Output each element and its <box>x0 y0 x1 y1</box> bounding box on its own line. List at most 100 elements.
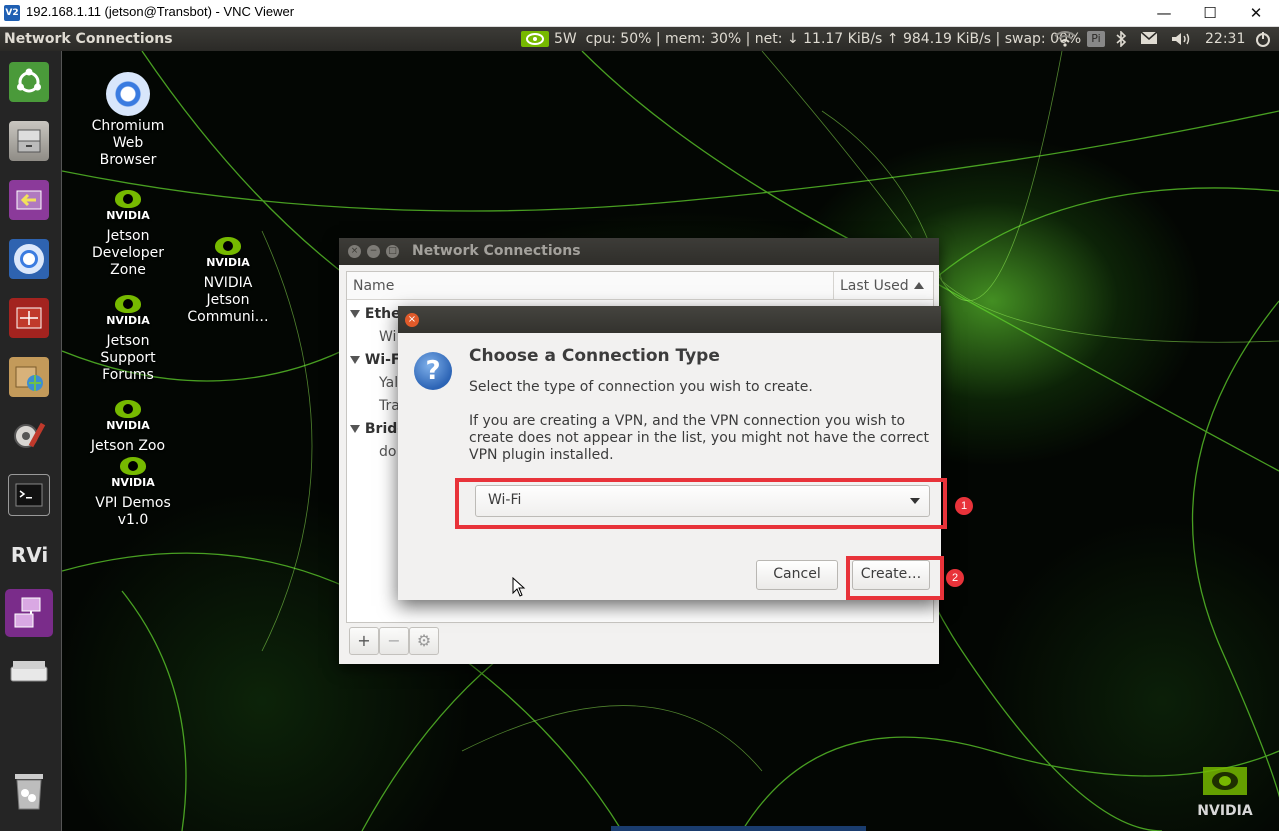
add-connection-button[interactable]: + <box>349 627 379 655</box>
cancel-button[interactable]: Cancel <box>756 560 838 590</box>
vnc-logo-icon: V2 <box>4 5 20 21</box>
row-label: Wi <box>379 329 397 345</box>
network-connections-icon <box>9 593 49 633</box>
column-header-name[interactable]: Name <box>353 278 394 294</box>
desktop-icon-label: Chromium Web Browser <box>91 118 165 168</box>
nvidia-watermark-logo: NVIDIA <box>1195 765 1255 820</box>
rviz-icon: RViz <box>9 534 49 574</box>
window-minimize-icon[interactable]: − <box>367 245 380 258</box>
wifi-icon[interactable] <box>1054 31 1076 51</box>
launcher-network-connections[interactable] <box>5 589 53 637</box>
desktop-icon-label: Jetson Zoo <box>90 438 166 454</box>
window-close-icon[interactable]: × <box>348 245 361 258</box>
launcher-rviz[interactable]: RViz <box>5 530 53 578</box>
nvidia-logo-icon: NVIDIA <box>111 457 155 493</box>
edit-connection-button[interactable]: ⚙ <box>409 627 439 655</box>
dialog-titlebar[interactable]: × <box>398 306 941 333</box>
question-icon: ? <box>414 352 452 390</box>
dialog-subtitle: Select the type of connection you wish t… <box>469 379 813 395</box>
host-taskbar-strip <box>611 826 866 831</box>
desktop-icon-label: Jetson Developer Zone <box>91 228 164 278</box>
row-label: Tra <box>379 398 400 414</box>
window-titlebar[interactable]: × − □ Network Connections <box>339 238 939 265</box>
package-globe-icon <box>9 357 49 397</box>
dialog-heading: Choose a Connection Type <box>469 346 720 366</box>
launcher-chromium[interactable] <box>5 235 53 283</box>
active-app-title: Network Connections <box>4 31 173 47</box>
launcher-software[interactable] <box>5 353 53 401</box>
clock[interactable]: 22:31 <box>1205 31 1245 47</box>
launcher-drive[interactable] <box>5 648 53 696</box>
annotation-step-2: 2 <box>946 569 964 587</box>
desktop-icon-chromium[interactable]: Chromium Web Browser <box>83 72 173 169</box>
svg-text:RViz: RViz <box>11 543 49 567</box>
launcher-terminal-red[interactable] <box>5 294 53 342</box>
dialog-info-text: If you are creating a VPN, and the VPN c… <box>469 413 929 463</box>
pi-badge[interactable]: Pi <box>1087 31 1105 47</box>
remote-arrow-icon <box>9 180 49 220</box>
launcher-trash[interactable] <box>5 767 53 815</box>
annotation-box-create <box>846 556 944 600</box>
volume-icon[interactable] <box>1170 31 1192 51</box>
list-item[interactable]: do <box>379 444 396 460</box>
desktop-icon-jetson-zoo[interactable]: NVIDIA Jetson Zoo <box>83 400 173 455</box>
nvidia-power-icon[interactable] <box>521 31 549 47</box>
app-grid-icon <box>9 298 49 338</box>
desktop-icon-label: Jetson Support Forums <box>100 333 156 383</box>
nvidia-logo-icon: NVIDIA <box>106 295 150 331</box>
power-mode: 5W <box>554 31 577 47</box>
desktop-icon-jetson-community[interactable]: NVIDIA NVIDIA Jetson Communi… <box>183 237 273 326</box>
system-stats[interactable]: 5W cpu: 50% | mem: 30% | net: ↓ 11.17 Ki… <box>554 31 1081 47</box>
list-item[interactable]: Wi <box>379 329 396 345</box>
column-header-last-used[interactable]: Last Used <box>833 272 934 299</box>
sort-ascending-icon <box>914 282 924 289</box>
list-item[interactable]: Tra <box>379 398 400 414</box>
window-title: Network Connections <box>412 243 581 259</box>
close-button[interactable]: ✕ <box>1233 0 1279 26</box>
launcher-remote-desktop[interactable] <box>5 176 53 224</box>
top-panel: Network Connections 5W cpu: 50% | mem: 3… <box>0 27 1279 51</box>
annotation-box-dropdown <box>455 478 947 529</box>
window-maximize-icon[interactable]: □ <box>386 245 399 258</box>
desktop-icon-jetson-developer-zone[interactable]: NVIDIA Jetson Developer Zone <box>83 190 173 279</box>
nvidia-logo-icon: NVIDIA <box>106 400 150 436</box>
chromium-icon <box>9 239 49 279</box>
mail-icon[interactable] <box>1140 31 1158 49</box>
bluetooth-icon[interactable] <box>1115 30 1127 51</box>
launcher-settings[interactable] <box>5 412 53 460</box>
system-monitor-text: cpu: 50% | mem: 30% | net: ↓ 11.17 KiB/s… <box>585 31 1082 47</box>
column-header-label: Last Used <box>840 278 909 294</box>
list-item[interactable]: Ethe <box>350 306 401 322</box>
minimize-button[interactable]: — <box>1141 0 1187 26</box>
vnc-window-title: 192.168.1.11 (jetson@Transbot) - VNC Vie… <box>26 4 295 19</box>
chromium-icon <box>106 72 150 116</box>
list-item[interactable]: Yal <box>379 375 398 391</box>
wrench-gear-icon <box>9 416 49 456</box>
list-header: Name Last Used <box>347 272 933 300</box>
expander-icon <box>350 310 360 318</box>
maximize-button[interactable]: ☐ <box>1187 0 1233 26</box>
terminal-icon <box>8 474 50 516</box>
launcher-ubuntu-dash[interactable] <box>5 58 53 106</box>
nvidia-logo-icon: NVIDIA <box>206 237 250 273</box>
ubuntu-logo-icon <box>9 62 49 102</box>
drive-icon <box>9 652 49 692</box>
dialog-close-icon[interactable]: × <box>405 313 419 327</box>
desktop-icon-label: NVIDIA Jetson Communi… <box>187 275 269 325</box>
file-cabinet-icon <box>9 121 49 161</box>
launcher-files[interactable] <box>5 117 53 165</box>
desktop-icon-jetson-forums[interactable]: NVIDIA Jetson Support Forums <box>83 295 173 384</box>
row-label: Ethe <box>364 306 401 322</box>
power-gear-icon[interactable] <box>1254 31 1272 51</box>
desktop-icon-vpi-demos[interactable]: NVIDIA VPI Demos v1.0 <box>88 457 178 529</box>
row-label: Yal <box>379 375 399 391</box>
trash-icon <box>9 771 49 811</box>
list-item[interactable]: Wi-Fi <box>350 352 405 368</box>
expander-icon <box>350 425 360 433</box>
row-label: do <box>379 444 397 460</box>
expander-icon <box>350 356 360 364</box>
launcher-terminal[interactable] <box>5 471 53 519</box>
annotation-step-1: 1 <box>955 497 973 515</box>
desktop-icon-label: VPI Demos v1.0 <box>95 495 171 528</box>
remove-connection-button[interactable]: − <box>379 627 409 655</box>
